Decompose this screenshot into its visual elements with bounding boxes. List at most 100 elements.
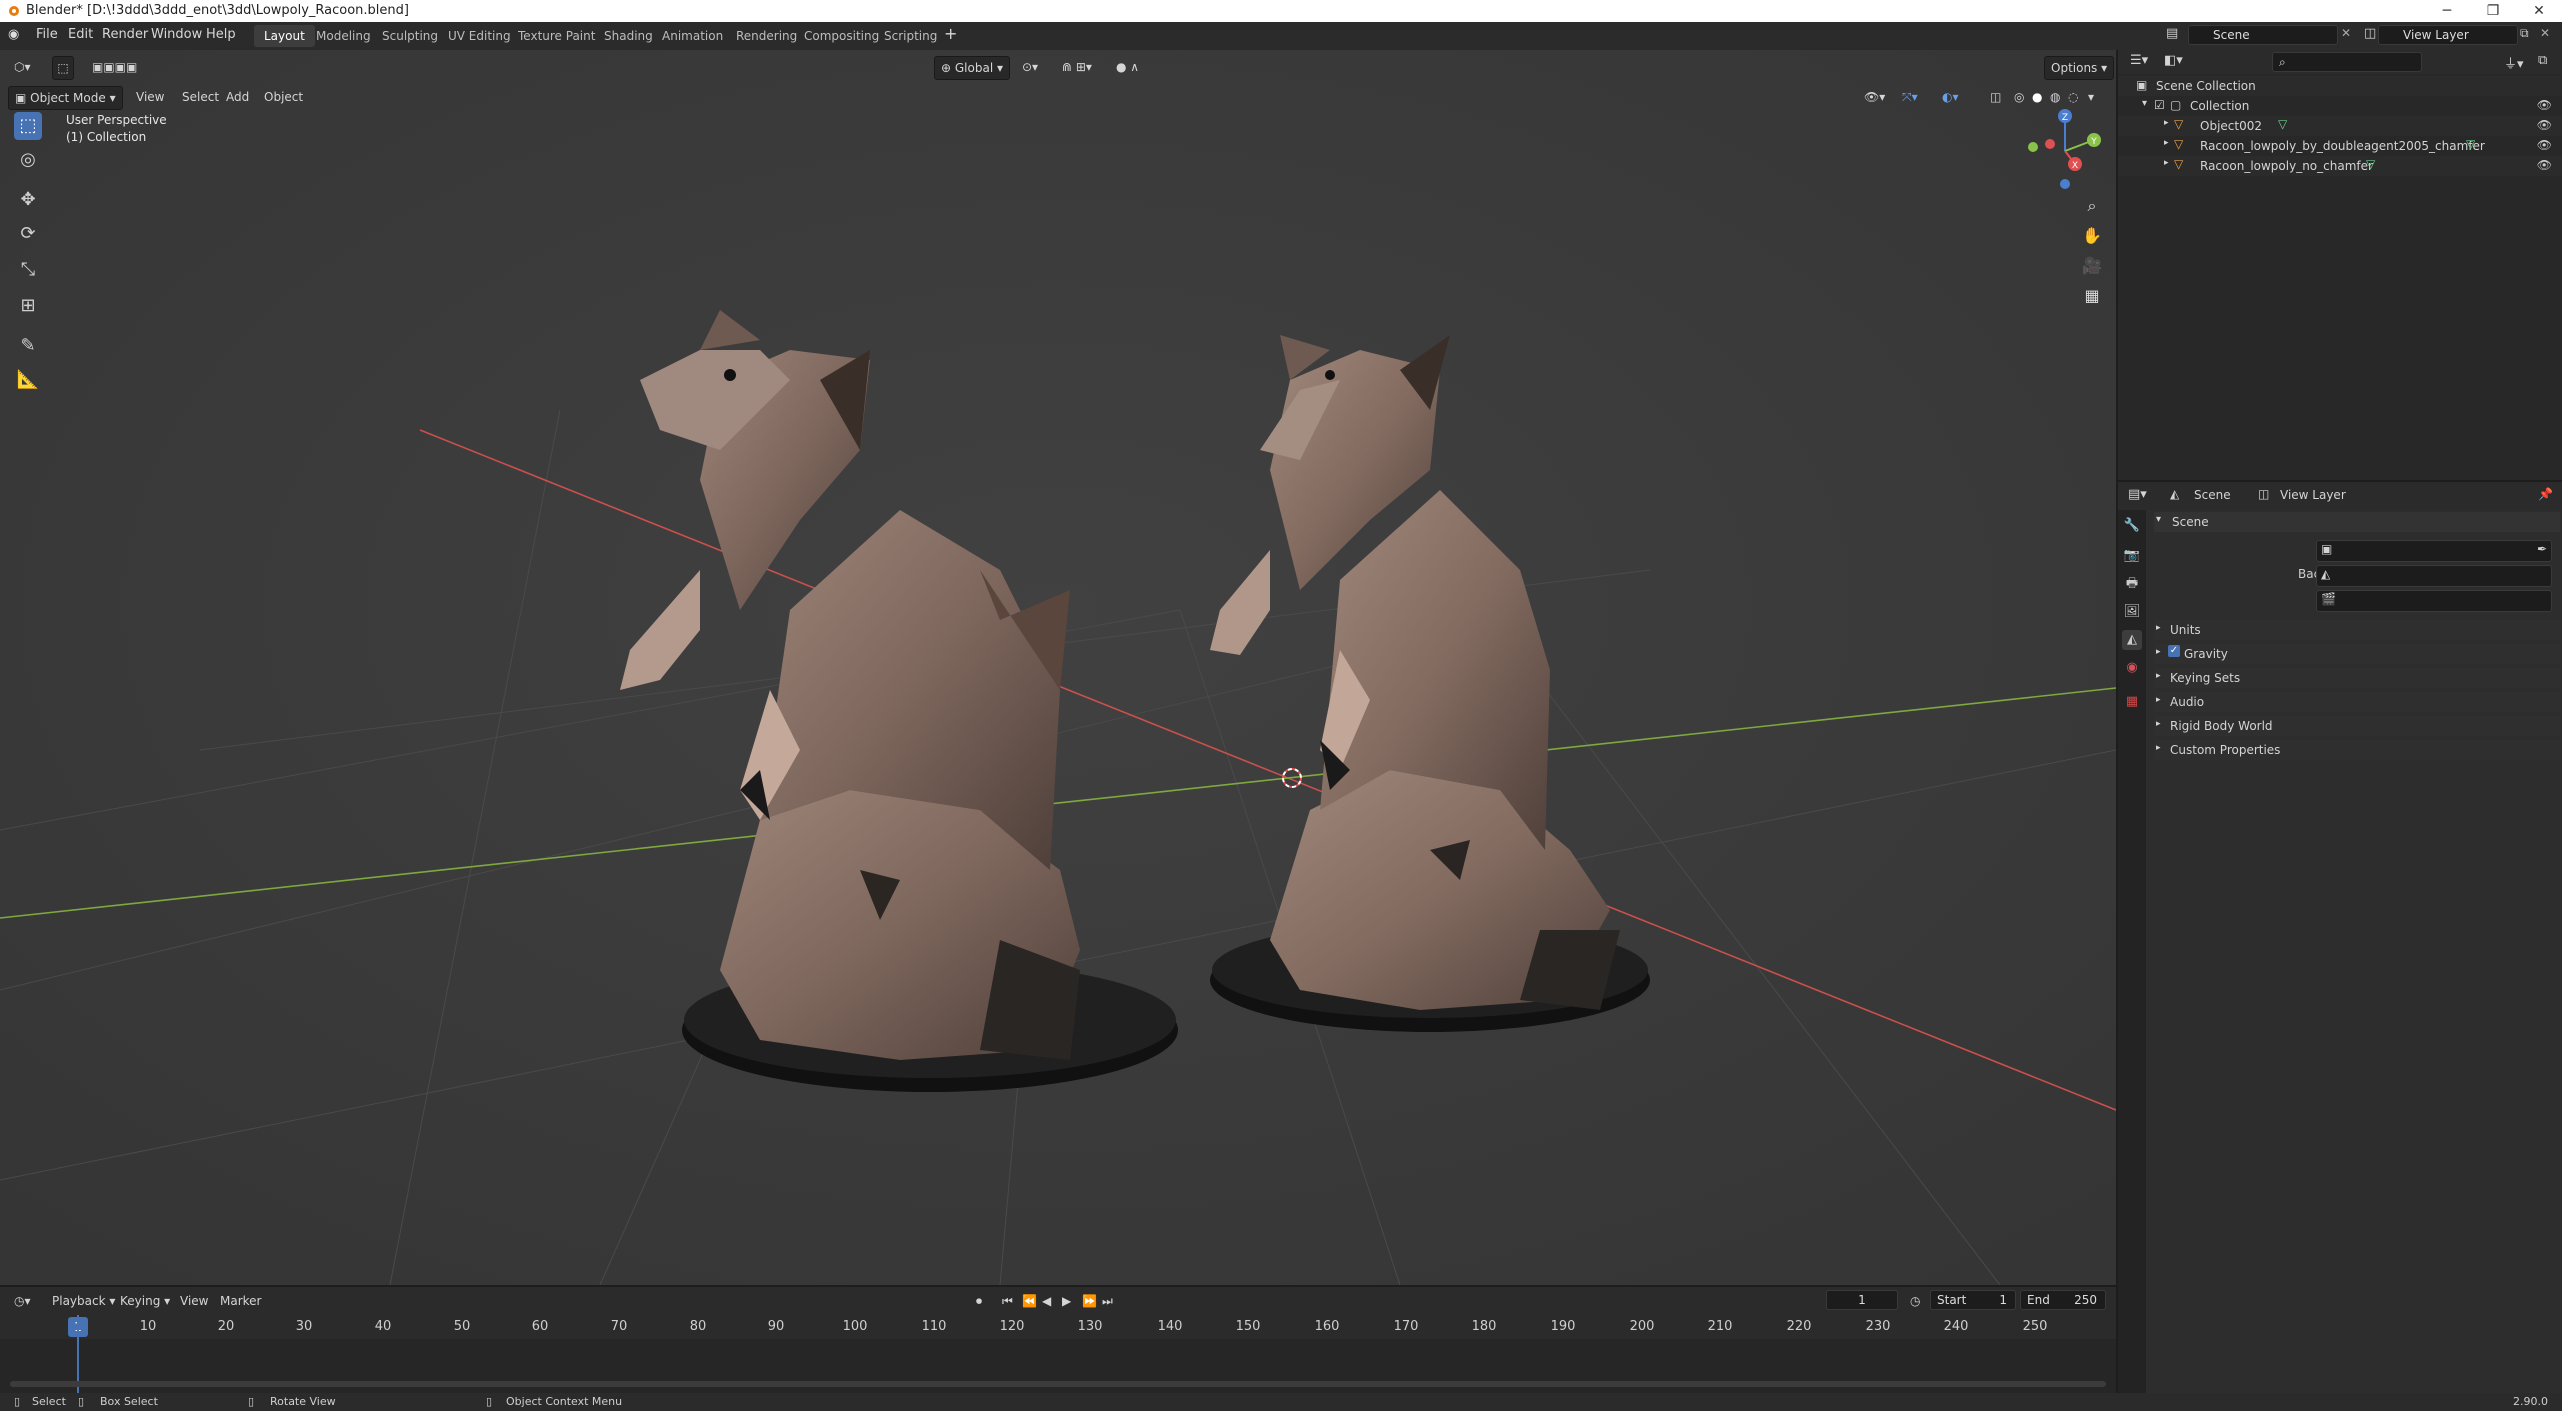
rigid-body-world-subpanel[interactable]: ▸ Rigid Body World	[2154, 716, 2560, 736]
menu-select[interactable]: Select	[176, 86, 225, 108]
render-tab-icon[interactable]: 📷	[2122, 546, 2142, 566]
outliner-row-collection[interactable]: ▾ ☑ ▢ Collection 👁	[2118, 96, 2562, 116]
outliner-editor-icon[interactable]: ☰▾	[2130, 53, 2148, 68]
menu-object[interactable]: Object	[258, 86, 309, 108]
navigation-gizmo[interactable]: Z Y X	[2020, 106, 2110, 196]
menu-window[interactable]: Window	[151, 27, 202, 42]
cursor-tool-icon[interactable]: ◎	[14, 146, 42, 174]
play-icon[interactable]: ▶	[1056, 1290, 1077, 1312]
select-tool-icon[interactable]: ⬚	[52, 56, 74, 80]
display-mode-icon[interactable]: ◧▾	[2164, 53, 2183, 68]
units-subpanel[interactable]: ▸ Units	[2154, 620, 2560, 640]
select-box-tool-icon[interactable]: ⬚	[14, 112, 42, 140]
expand-arrow-icon[interactable]: ▸	[2164, 118, 2169, 128]
menu-view[interactable]: View	[130, 86, 170, 108]
transform-tool-icon[interactable]: ⊞	[14, 292, 42, 320]
mode-dropdown[interactable]: ▣ Object Mode ▾	[8, 86, 123, 110]
keying-menu[interactable]: Keying ▾	[114, 1290, 176, 1312]
visibility-eye-icon[interactable]: 👁	[2537, 138, 2552, 152]
tab-scripting[interactable]: Scripting	[874, 25, 947, 47]
expand-arrow-icon[interactable]: ▸	[2164, 158, 2169, 168]
visibility-eye-icon[interactable]: 👁	[2537, 118, 2552, 132]
view-layer-tab-icon[interactable]: 🖼	[2122, 602, 2142, 622]
play-reverse-icon[interactable]: ◀	[1036, 1290, 1057, 1312]
annotate-tool-icon[interactable]: ✎	[14, 332, 42, 360]
ortho-grid-icon[interactable]: ▦	[2078, 282, 2106, 310]
close-icon[interactable]: ✕	[2516, 0, 2562, 22]
proportional-edit-icon[interactable]: ● ∧	[1110, 56, 1145, 78]
record-icon[interactable]: ⏺	[970, 1290, 988, 1312]
background-scene-field[interactable]: ◭	[2316, 565, 2552, 587]
texture-tab-icon[interactable]: ▦	[2122, 692, 2142, 712]
custom-properties-subpanel[interactable]: ▸ Custom Properties	[2154, 740, 2560, 760]
tab-animation[interactable]: Animation	[652, 25, 733, 47]
timeline-editor-icon[interactable]: ◷▾	[8, 1290, 37, 1312]
visibility-eye-icon[interactable]: 👁	[2537, 98, 2552, 112]
rotate-tool-icon[interactable]: ⟳	[14, 220, 42, 248]
menu-help[interactable]: Help	[206, 27, 236, 42]
minimize-icon[interactable]: ─	[2424, 0, 2470, 22]
pivot-point-icon[interactable]: ⊙▾	[1016, 56, 1044, 78]
view-layer-close-icon[interactable]: ✕	[2540, 26, 2550, 40]
menu-file[interactable]: File	[36, 27, 58, 42]
marker-menu[interactable]: Marker	[214, 1290, 267, 1312]
expand-arrow-icon[interactable]: ▸	[2164, 138, 2169, 148]
audio-subpanel[interactable]: ▸ Audio	[2154, 692, 2560, 712]
tab-sculpting[interactable]: Sculpting	[372, 25, 448, 47]
playback-menu[interactable]: Playback ▾	[46, 1290, 121, 1312]
shading-options-icon[interactable]: ▾	[2082, 86, 2100, 108]
timeline-ruler[interactable]: 1 10 20 30 40 50 60 70 80 90 100 110 120…	[0, 1315, 2116, 1339]
transform-orientation-dropdown[interactable]: ⊕ Global ▾	[934, 56, 1010, 80]
outliner-search-input[interactable]: ⌕	[2272, 52, 2422, 72]
visibility-icon[interactable]: 👁▾	[1858, 86, 1891, 108]
editor-type-icon[interactable]: ⬡▾	[8, 56, 37, 78]
options-dropdown[interactable]: Options ▾	[2044, 56, 2115, 80]
xray-icon[interactable]: ◫	[1984, 86, 2007, 108]
timeline-scrollbar[interactable]	[10, 1381, 2106, 1387]
overlay-icon[interactable]: ◐▾	[1936, 86, 1965, 108]
view-layer-selector[interactable]: View Layer	[2378, 25, 2518, 45]
start-frame-field[interactable]: Start 1	[1930, 1290, 2016, 1310]
measure-tool-icon[interactable]: 📐	[14, 366, 42, 394]
pan-hand-icon[interactable]: ✋	[2078, 222, 2106, 250]
blender-menu-icon[interactable]: ◉	[8, 27, 19, 42]
snap-icon[interactable]: ⋒ ⊞▾	[1056, 56, 1098, 78]
tool-tab-icon[interactable]: 🔧	[2122, 516, 2142, 536]
jump-end-icon[interactable]: ⏭	[1096, 1290, 1119, 1312]
scene-close-icon[interactable]: ✕	[2341, 26, 2351, 40]
pin-icon[interactable]: 📌	[2538, 487, 2553, 501]
clock-icon[interactable]: ◷	[1904, 1290, 1926, 1312]
outliner-row-racoon-no-chamfer[interactable]: ▸ ▽ Racoon_lowpoly_no_chamfer ▽ 👁	[2118, 156, 2562, 176]
tab-modeling[interactable]: Modeling	[306, 25, 381, 47]
restore-icon[interactable]: ❐	[2470, 0, 2516, 22]
keying-sets-subpanel[interactable]: ▸ Keying Sets	[2154, 668, 2560, 688]
move-tool-icon[interactable]: ✥	[14, 186, 42, 214]
visibility-eye-icon[interactable]: 👁	[2537, 158, 2552, 172]
expand-arrow-icon[interactable]: ▾	[2142, 98, 2147, 109]
menu-render[interactable]: Render	[102, 27, 148, 42]
current-frame-field[interactable]: 1	[1826, 1290, 1898, 1310]
camera-view-icon[interactable]: 🎥	[2078, 252, 2106, 280]
timeline-track-area[interactable]	[0, 1315, 2116, 1393]
scale-tool-icon[interactable]: ⤡	[14, 256, 42, 284]
end-frame-field[interactable]: End 250	[2020, 1290, 2106, 1310]
menu-add[interactable]: Add	[220, 86, 255, 108]
new-collection-icon[interactable]: ⧉	[2538, 53, 2547, 68]
view-layer-new-icon[interactable]: ⧉	[2520, 26, 2529, 41]
outliner-row-racoon-chamfer[interactable]: ▸ ▽ Racoon_lowpoly_by_doubleagent2005_ch…	[2118, 136, 2562, 156]
3d-viewport[interactable]: ⬡▾ ⬚ ▣▣▣▣ ⊕ Global ▾ ⊙▾ ⋒ ⊞▾ ● ∧ Options…	[0, 50, 2116, 1285]
outliner-row-object002[interactable]: ▸ ▽ Object002 ▽ 👁	[2118, 116, 2562, 136]
world-tab-icon[interactable]: ◉	[2122, 658, 2142, 678]
filter-icon[interactable]: ⏚▾	[2504, 53, 2524, 72]
view-layer-type-icon[interactable]: ◫	[2364, 26, 2376, 41]
camera-field[interactable]: ▣ ✒	[2316, 540, 2552, 562]
selection-mode-icon[interactable]: ▣▣▣▣	[86, 56, 143, 78]
outliner-row-scene-collection[interactable]: ▣ Scene Collection	[2118, 76, 2562, 96]
scene-panel-header[interactable]: ▾ Scene	[2154, 512, 2560, 532]
zoom-icon[interactable]: ⌕	[2078, 192, 2106, 220]
output-tab-icon[interactable]: 🖶	[2122, 574, 2142, 594]
scene-tab-icon[interactable]: ◭	[2122, 630, 2142, 650]
gravity-checkbox[interactable]: ✓	[2168, 645, 2180, 657]
properties-editor-icon[interactable]: ▤▾	[2128, 487, 2147, 502]
tab-texture-paint[interactable]: Texture Paint	[508, 25, 605, 47]
